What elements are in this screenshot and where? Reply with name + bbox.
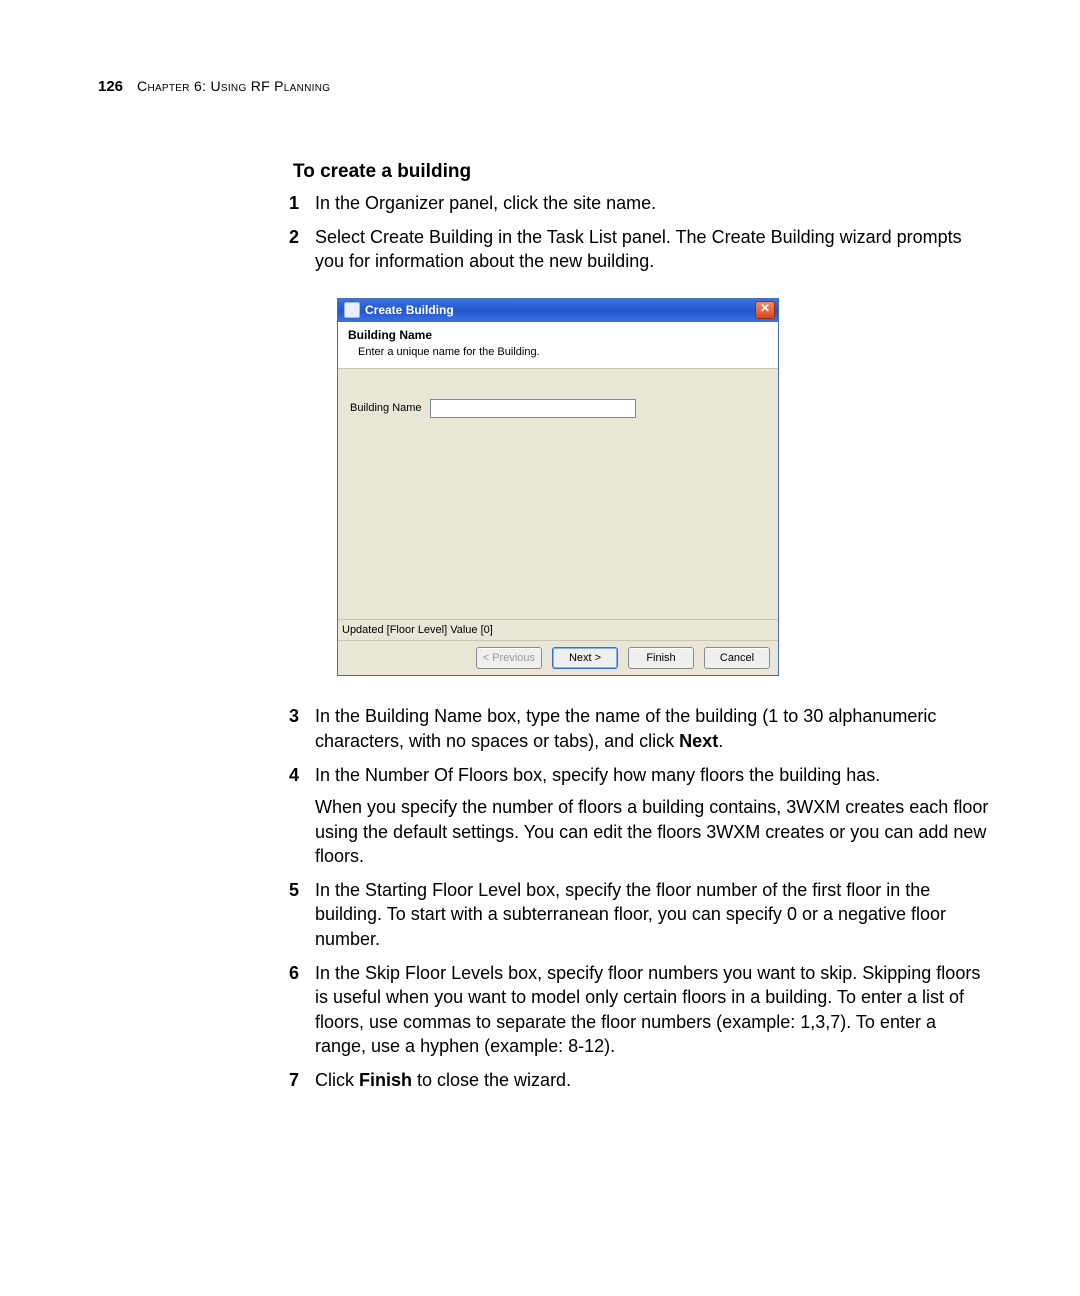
section-heading: To create a building — [293, 159, 990, 185]
app-icon — [344, 302, 360, 318]
step-item: 6 In the Skip Floor Levels box, specify … — [293, 961, 990, 1058]
step-number: 2 — [289, 225, 299, 249]
step-number: 7 — [289, 1068, 299, 1092]
building-name-input[interactable] — [430, 399, 636, 418]
previous-button: < Previous — [476, 647, 542, 669]
wizard-header-title: Building Name — [348, 327, 768, 343]
step-text: In the Starting Floor Level box, specify… — [315, 880, 946, 949]
step-text: In the Skip Floor Levels box, specify fl… — [315, 963, 980, 1056]
close-icon[interactable]: ✕ — [755, 301, 775, 319]
wizard-header: Building Name Enter a unique name for th… — [338, 322, 778, 369]
step-item: 5 In the Starting Floor Level box, speci… — [293, 878, 990, 951]
running-header: 126 Chapter 6: Using RF Planning — [98, 78, 990, 95]
step-text-part: In the Building Name box, type the name … — [315, 706, 936, 750]
wizard-status-bar: Updated [Floor Level] Value [0] — [338, 619, 778, 641]
step-text: Click Finish to close the wizard. — [315, 1070, 571, 1090]
step-list: 1 In the Organizer panel, click the site… — [293, 191, 990, 1093]
step-text-bold: Finish — [359, 1070, 412, 1090]
chapter-label: Chapter 6: Using RF Planning — [137, 78, 330, 94]
step-item: 1 In the Organizer panel, click the site… — [293, 191, 990, 215]
step-text-part: . — [718, 731, 723, 751]
titlebar: Create Building ✕ — [338, 299, 778, 322]
step-number: 3 — [289, 704, 299, 728]
page-number: 126 — [98, 78, 123, 95]
finish-button[interactable]: Finish — [628, 647, 694, 669]
cancel-button[interactable]: Cancel — [704, 647, 770, 669]
step-item: 2 Select Create Building in the Task Lis… — [293, 225, 990, 676]
step-item: 3 In the Building Name box, type the nam… — [293, 704, 990, 753]
step-text-part: to close the wizard. — [412, 1070, 571, 1090]
document-page: 126 Chapter 6: Using RF Planning To crea… — [0, 0, 1080, 1296]
window-title: Create Building — [365, 302, 755, 318]
wizard-button-bar: < Previous Next > Finish Cancel — [338, 640, 778, 675]
create-building-dialog: Create Building ✕ Building Name Enter a … — [337, 298, 779, 677]
step-number: 6 — [289, 961, 299, 985]
step-text-part: Click — [315, 1070, 359, 1090]
step-text: Select Create Building in the Task List … — [315, 227, 962, 271]
step-item: 4 In the Number Of Floors box, specify h… — [293, 763, 990, 868]
step-item: 7 Click Finish to close the wizard. — [293, 1068, 990, 1092]
step-number: 1 — [289, 191, 299, 215]
step-text: In the Building Name box, type the name … — [315, 706, 936, 750]
wizard-body: Building Name — [338, 369, 778, 619]
building-name-label: Building Name — [350, 401, 422, 416]
step-text: In the Number Of Floors box, specify how… — [315, 765, 880, 785]
wizard-screenshot: Create Building ✕ Building Name Enter a … — [337, 298, 990, 677]
next-button[interactable]: Next > — [552, 647, 618, 669]
step-number: 5 — [289, 878, 299, 902]
body-content: To create a building 1 In the Organizer … — [293, 159, 990, 1093]
step-paragraph: When you specify the number of floors a … — [315, 795, 990, 868]
building-name-row: Building Name — [350, 399, 768, 418]
step-number: 4 — [289, 763, 299, 787]
wizard-header-subtitle: Enter a unique name for the Building. — [358, 345, 768, 360]
step-text-bold: Next — [679, 731, 718, 751]
step-text: In the Organizer panel, click the site n… — [315, 193, 656, 213]
